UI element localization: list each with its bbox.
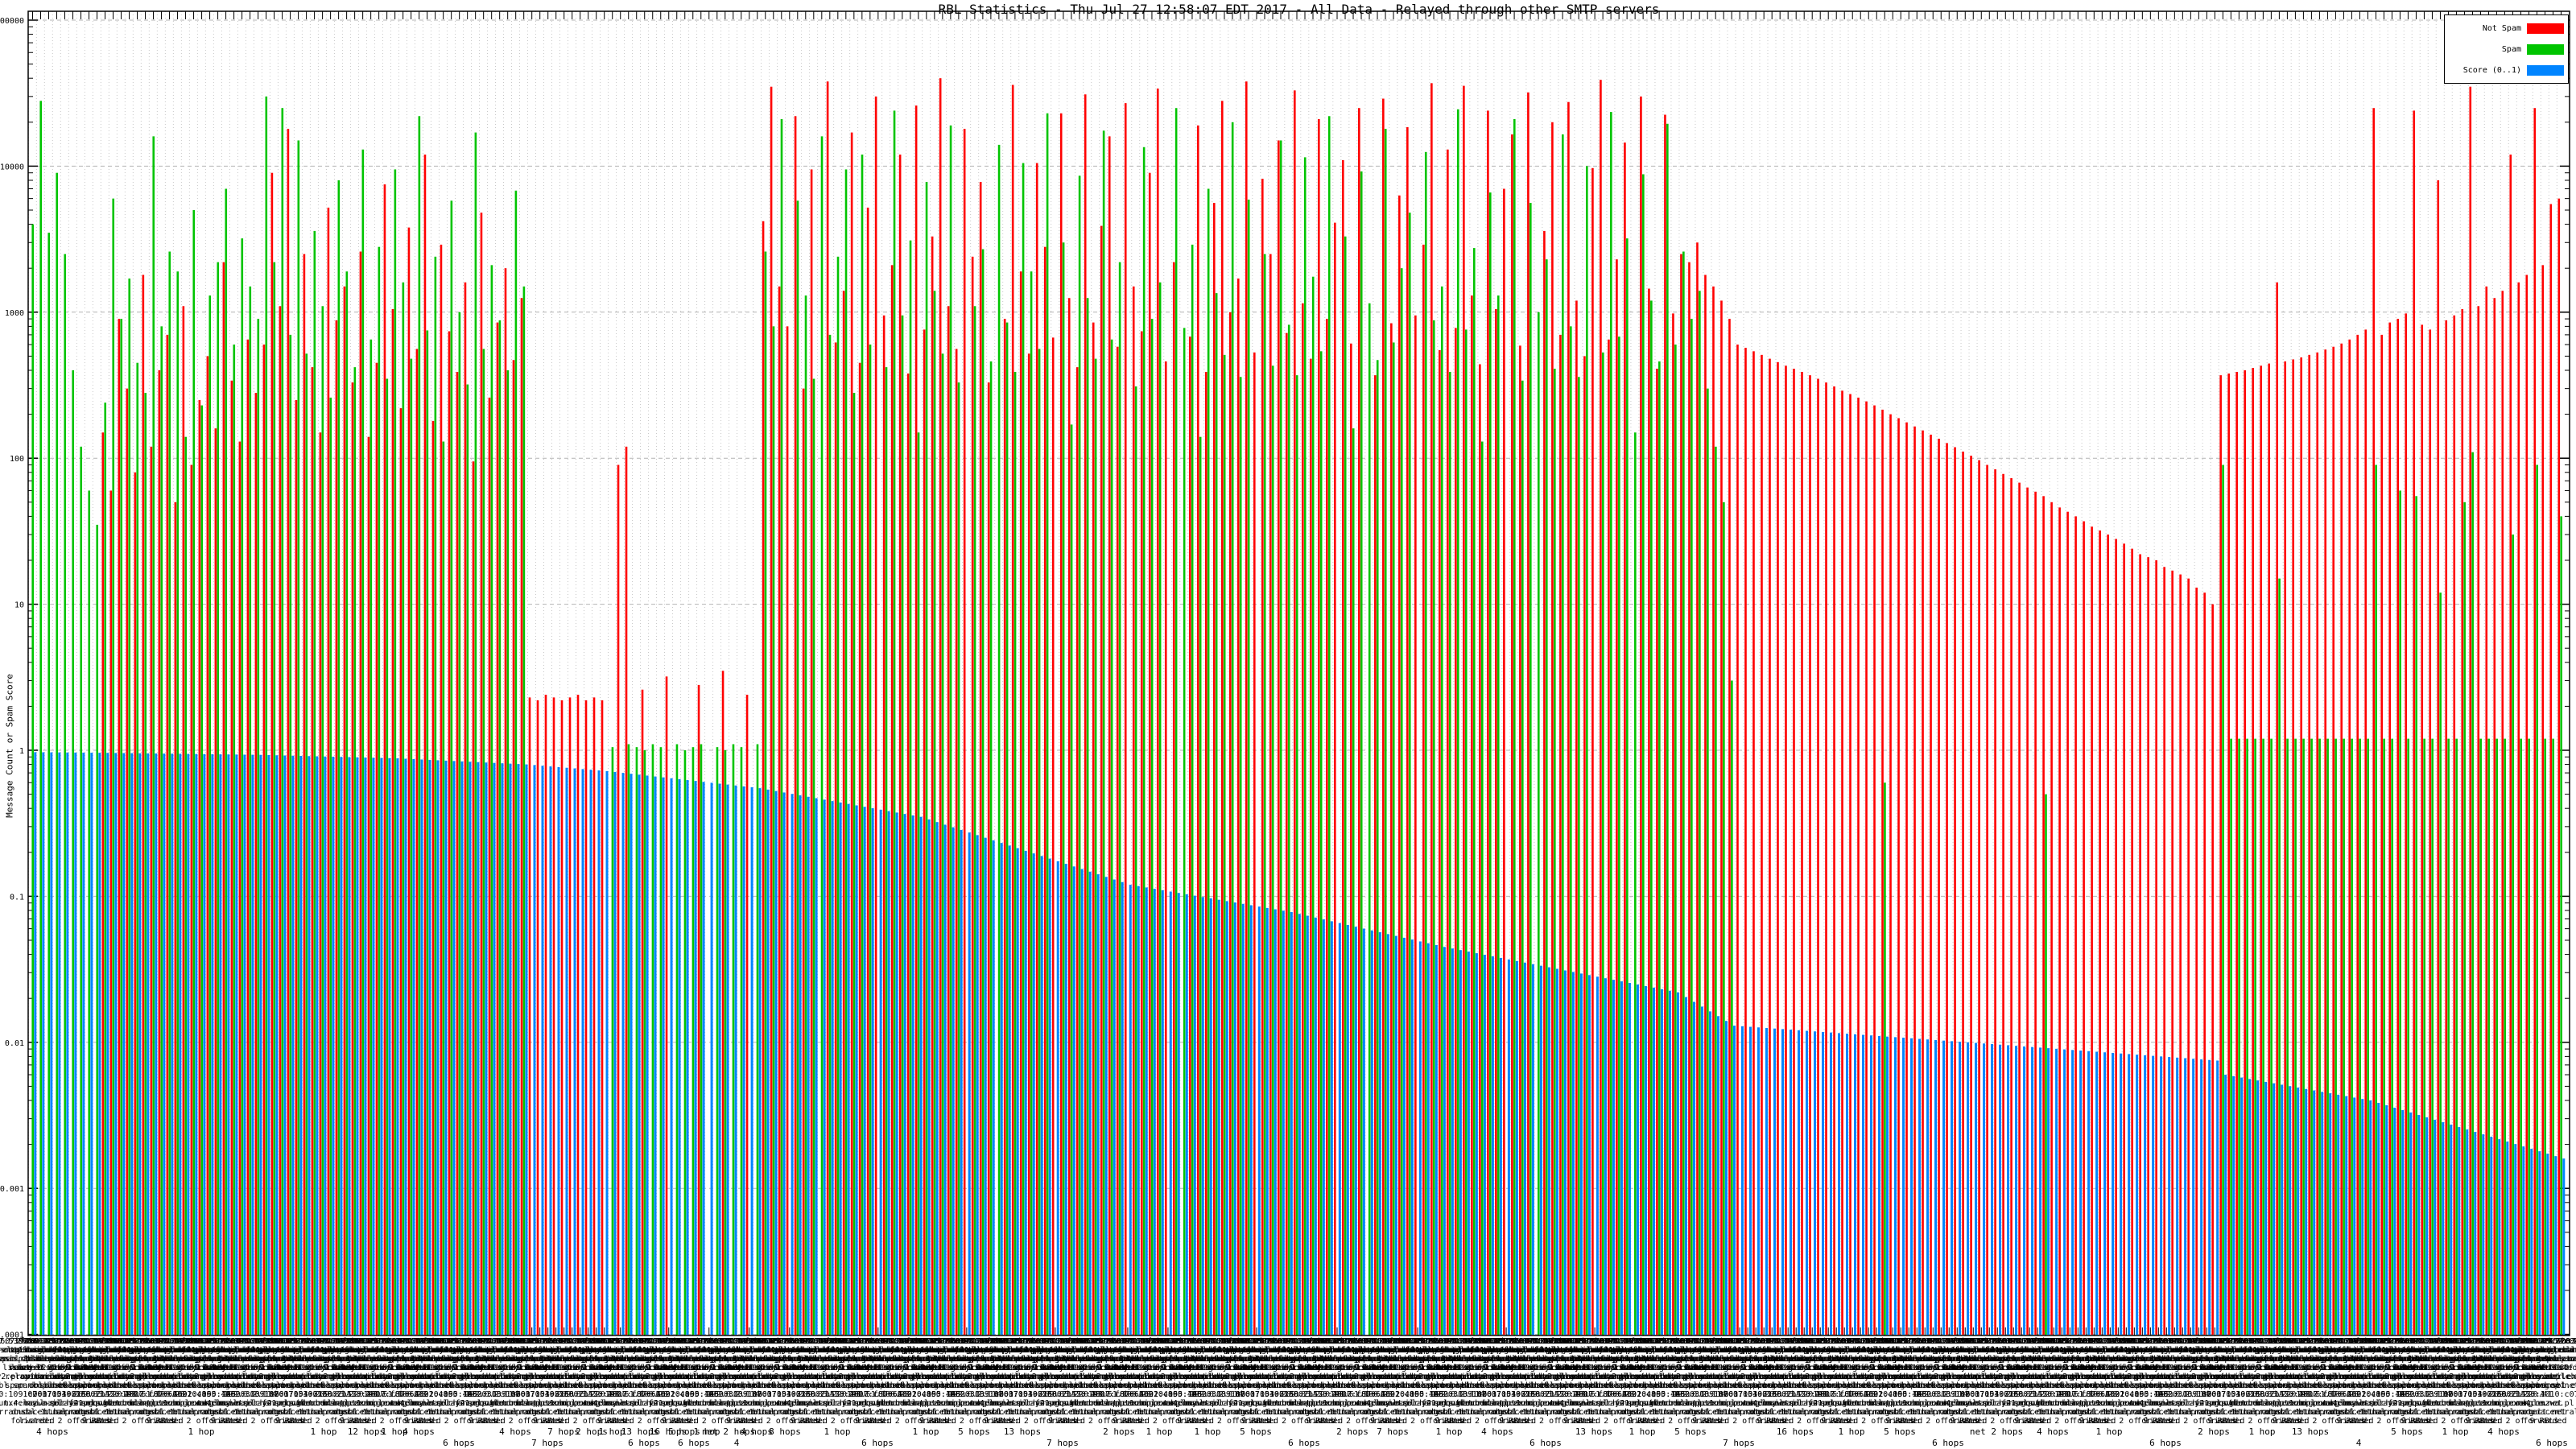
svg-text:1 hop: 1 hop	[2095, 1426, 2122, 1437]
svg-text:1 hop: 1 hop	[912, 1426, 939, 1437]
svg-text:1 hop: 1 hop	[2248, 1426, 2275, 1437]
svg-text:12 hops: 12 hops	[348, 1426, 385, 1437]
bars-layer: 2607:5300:60:2b52::1192.0.2.1142607:f8b0…	[0, 78, 2576, 1448]
svg-text:2620:109:c003:104::1: 2620:109:c003:104::1	[2512, 1337, 2576, 1346]
bars-score	[34, 752, 2566, 1335]
svg-text:dnsbl-1.uceprotect.net: dnsbl-1.uceprotect.net	[2508, 1355, 2576, 1364]
svg-text:4 hops: 4 hops	[402, 1426, 435, 1437]
svg-text:4 hops: 4 hops	[741, 1426, 773, 1437]
svg-text:5 hops: 5 hops	[1884, 1426, 1916, 1437]
svg-text:1 hop: 1 hop	[2442, 1426, 2468, 1437]
svg-text:6 hops: 6 hops	[2536, 1438, 2568, 1448]
svg-text:6 hops: 6 hops	[443, 1438, 475, 1448]
svg-text:7 hops: 7 hops	[531, 1438, 564, 1448]
svg-text:mx4.nazwa.pl: mx4.nazwa.pl	[2516, 1399, 2574, 1408]
svg-text:listed: 2 of 9 RBLs: listed: 2 of 9 RBLs	[2515, 1364, 2576, 1373]
svg-text:1 hop: 1 hop	[1838, 1426, 1864, 1437]
svg-text:b.barracudacentral.org: b.barracudacentral.org	[2491, 1408, 2576, 1417]
svg-text:4: 4	[734, 1438, 740, 1448]
svg-text:6 hops: 6 hops	[1932, 1438, 1964, 1448]
svg-text:2 hops: 2 hops	[2198, 1426, 2230, 1437]
svg-text:13 hops: 13 hops	[2292, 1426, 2329, 1437]
svg-text:2 hops: 2 hops	[1336, 1426, 1368, 1437]
svg-text:smtp.mandrillapp.com: smtp.mandrillapp.com	[2512, 1346, 2576, 1355]
svg-text:net 2 hops: net 2 hops	[1970, 1426, 2023, 1437]
svg-text:1 hop: 1 hop	[188, 1426, 214, 1437]
svg-text:1 hop: 1 hop	[310, 1426, 336, 1437]
svg-text:forwarded: forwarded	[2523, 1417, 2566, 1426]
svg-text:4: 4	[2356, 1438, 2362, 1448]
svg-text:13 hops: 13 hops	[1004, 1426, 1041, 1437]
hop-count-labels: 4 hops 1 hop 1 hop 12 hops 1 hop 4 hops 6 hops…	[36, 1426, 2568, 1448]
svg-text:4 hops: 4 hops	[2037, 1426, 2069, 1437]
svg-text:7 hops: 7 hops	[1377, 1426, 1409, 1437]
svg-text:2 hops: 2 hops	[1103, 1426, 1135, 1437]
svg-text:7 hops: 7 hops	[1046, 1438, 1079, 1448]
svg-text:6 hops: 6 hops	[678, 1438, 710, 1448]
svg-text:1 hop: 1 hop	[824, 1426, 850, 1437]
svg-text:5 hops: 5 hops	[1674, 1426, 1707, 1437]
svg-text:out.relay.mailchannels.net: out.relay.mailchannels.net	[2498, 1373, 2576, 1381]
x-tick-label-smear: 2607:5300:60:2b52::1192.0.2.1142607:f8b0…	[0, 1337, 2576, 1426]
chart-title: RBL Statistics - Thu Jul 27 12:58:07 EDT…	[938, 2, 1660, 17]
svg-text:1 hop: 1 hop	[1435, 1426, 1462, 1437]
svg-text:13 hops: 13 hops	[1575, 1426, 1612, 1437]
svg-text:1 hop: 1 hop	[1194, 1426, 1220, 1437]
svg-text:1 hop: 1 hop	[1629, 1426, 1655, 1437]
svg-text:6 hops: 6 hops	[2149, 1438, 2182, 1448]
svg-text:6 hops: 6 hops	[861, 1438, 894, 1448]
rbl-statistics-chart: 1000001000010001001010.10.010.0010.0001 …	[0, 0, 2576, 1449]
svg-text:4 hops: 4 hops	[499, 1426, 531, 1437]
svg-text:4 hops: 4 hops	[1481, 1426, 1513, 1437]
svg-text:5 hops: 5 hops	[1240, 1426, 1272, 1437]
svg-text:5 hops: 5 hops	[2391, 1426, 2423, 1437]
svg-text:4 hops: 4 hops	[36, 1426, 68, 1437]
svg-text:7 hops: 7 hops	[547, 1426, 580, 1437]
svg-text:8 hops: 8 hops	[769, 1426, 801, 1437]
svg-text:6 hops: 6 hops	[628, 1438, 660, 1448]
svg-text:1 hop: 1 hop	[1146, 1426, 1172, 1437]
svg-text:6 hops: 6 hops	[1288, 1438, 1320, 1448]
bars-spam	[31, 96, 2562, 1335]
svg-text:6 hops: 6 hops	[1530, 1438, 1562, 1448]
svg-text:4 hops: 4 hops	[2487, 1426, 2520, 1437]
y-axis-label: Message Count or Spam Score	[4, 674, 15, 818]
svg-text:spam.dnsbl.example: spam.dnsbl.example	[2517, 1381, 2576, 1390]
svg-text:5 hops: 5 hops	[958, 1426, 990, 1437]
svg-text:2a00:1450:4010:c07::1a: 2a00:1450:4010:c07::1a	[2491, 1390, 2576, 1399]
svg-text:16 hops: 16 hops	[1777, 1426, 1814, 1437]
svg-text:7 hops: 7 hops	[1723, 1438, 1755, 1448]
